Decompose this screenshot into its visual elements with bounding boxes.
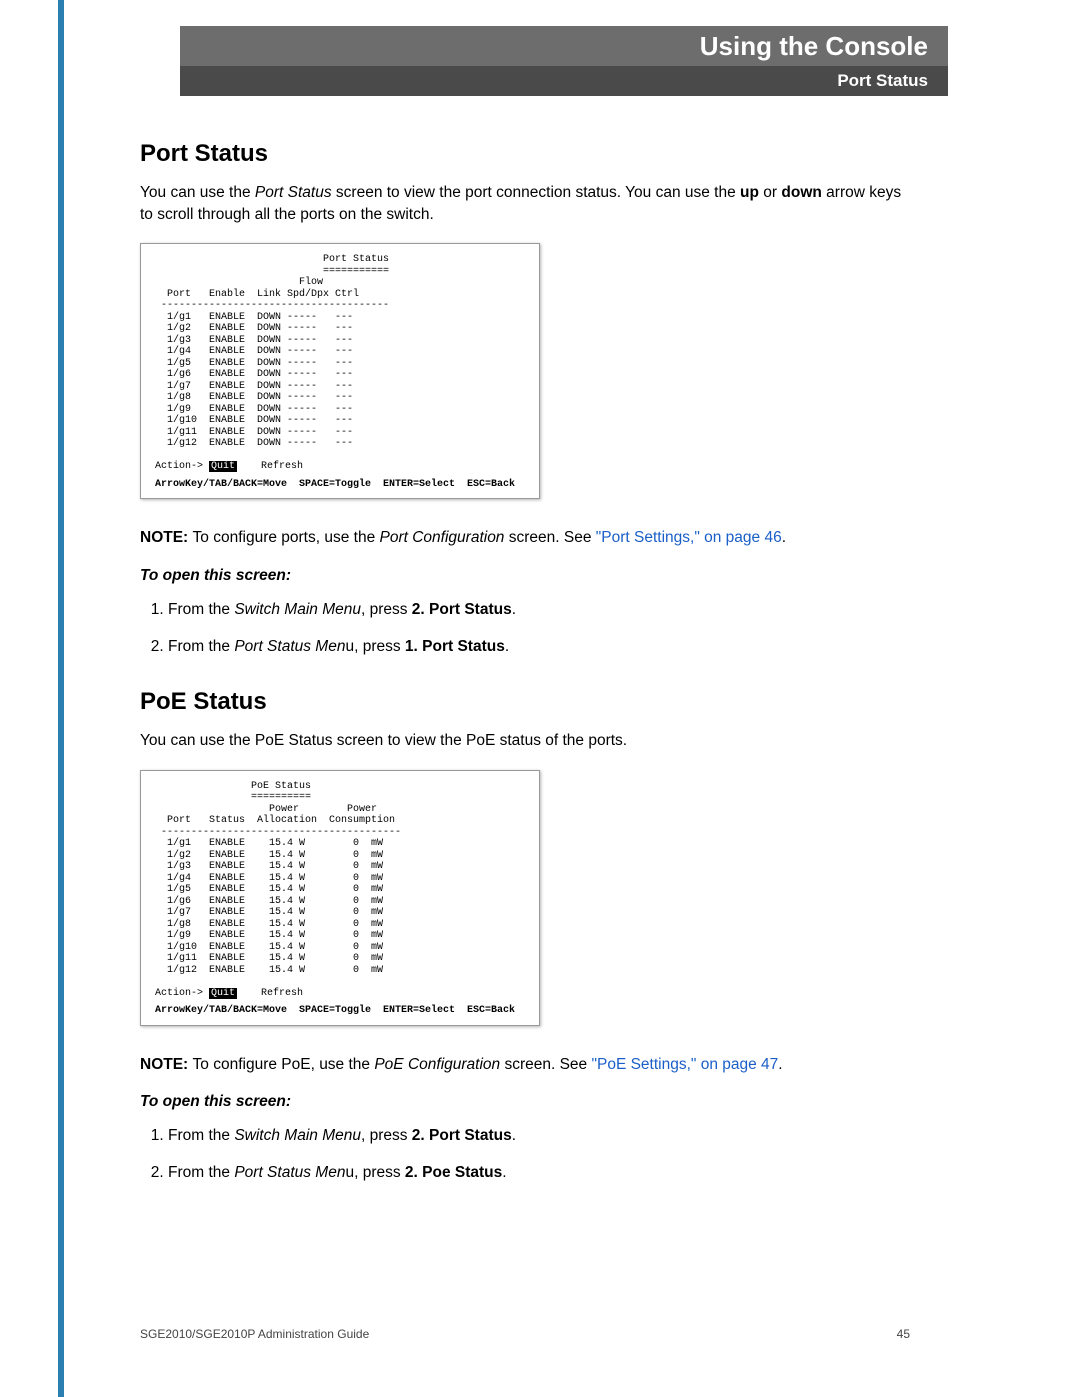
port-status-intro: You can use the Port Status screen to vi… <box>140 182 910 225</box>
link-port-settings[interactable]: "Port Settings," on page 46 <box>596 529 782 546</box>
steps-port-status: From the Switch Main Menu, press 2. Port… <box>140 599 910 658</box>
heading-poe-status: PoE Status <box>140 688 910 716</box>
poe-status-intro: You can use the PoE Status screen to vie… <box>140 730 910 752</box>
step-1: From the Switch Main Menu, press 2. Port… <box>168 1125 910 1147</box>
footer-doc-title: SGE2010/SGE2010P Administration Guide <box>140 1327 369 1341</box>
to-open-2: To open this screen: <box>140 1093 910 1111</box>
port-status-note: NOTE: To configure ports, use the Port C… <box>140 527 910 549</box>
console-port-status: Port Status =========== Flow Port Enable… <box>140 243 540 499</box>
page-number: 45 <box>897 1327 910 1341</box>
step-2: From the Port Status Menu, press 1. Port… <box>168 636 910 658</box>
console-poe-status: PoE Status ========== Power Power Port S… <box>140 770 540 1026</box>
step-1: From the Switch Main Menu, press 2. Port… <box>168 599 910 621</box>
page-header: Using the Console Port Status <box>180 26 948 96</box>
steps-poe-status: From the Switch Main Menu, press 2. Port… <box>140 1125 910 1184</box>
step-2: From the Port Status Menu, press 2. Poe … <box>168 1162 910 1184</box>
page-footer: SGE2010/SGE2010P Administration Guide 45 <box>140 1327 910 1341</box>
poe-status-note: NOTE: To configure PoE, use the PoE Conf… <box>140 1054 910 1076</box>
page-content: Port Status You can use the Port Status … <box>140 140 910 1198</box>
left-accent-strip <box>58 0 64 1397</box>
link-poe-settings[interactable]: "PoE Settings," on page 47 <box>591 1056 778 1073</box>
to-open-1: To open this screen: <box>140 567 910 585</box>
heading-port-status: Port Status <box>140 140 910 168</box>
chapter-title: Using the Console <box>700 31 928 62</box>
section-title: Port Status <box>837 71 928 91</box>
